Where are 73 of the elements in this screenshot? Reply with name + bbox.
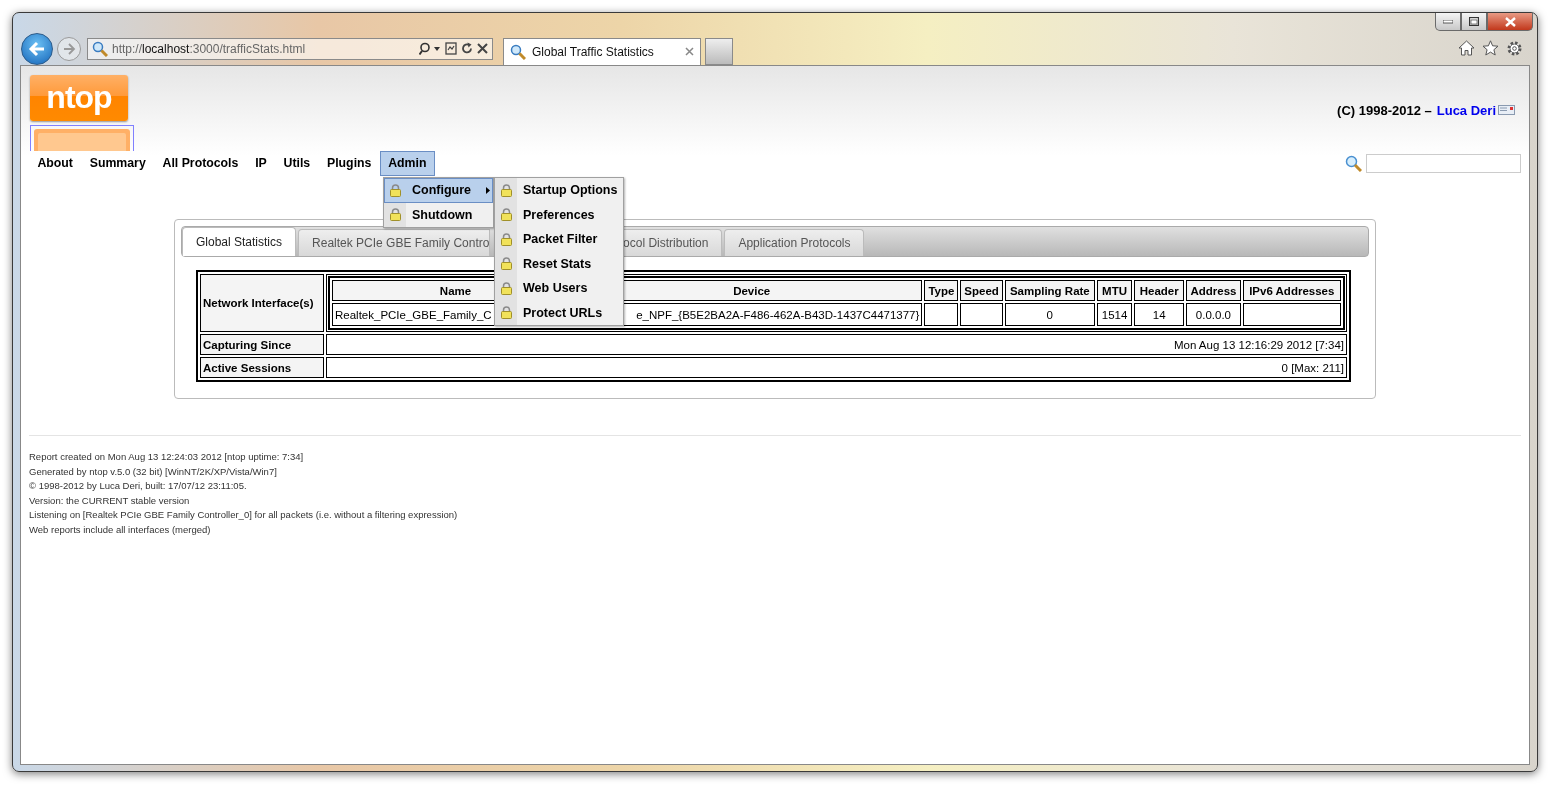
minimize-button[interactable] (1435, 13, 1461, 31)
home-icon[interactable] (1458, 40, 1475, 56)
footer-line: Version: the CURRENT stable version (29, 493, 191, 508)
refresh-icon[interactable] (461, 42, 473, 55)
back-button[interactable] (21, 32, 53, 65)
email-icon[interactable] (1498, 105, 1515, 115)
nav-item[interactable]: Summary (81, 151, 155, 176)
back-arrow-icon (28, 40, 46, 57)
column-header: Address (1186, 280, 1241, 301)
close-icon[interactable] (685, 47, 694, 56)
table-cell: 0 (1004, 303, 1095, 326)
nav-item[interactable]: About (29, 151, 82, 176)
maximize-button[interactable] (1461, 13, 1487, 31)
column-header: MTU (1097, 280, 1133, 301)
menu-item[interactable]: Startup Options (495, 178, 623, 203)
nav-item[interactable]: Utils (275, 151, 319, 176)
maximize-icon (1469, 17, 1479, 26)
close-icon (1504, 16, 1516, 27)
lock-icon (501, 208, 512, 222)
table-cell: 1514 (1097, 303, 1133, 326)
lock-icon (501, 281, 512, 295)
column-header: IPv6 Addresses (1242, 280, 1341, 301)
lock-icon (501, 306, 512, 320)
table-cell: 0.0.0.0 (1186, 303, 1241, 326)
nav-item[interactable]: IP (246, 151, 276, 176)
row-label: Capturing Since (200, 334, 324, 355)
table-cell: Mon Aug 13 12:16:29 2012 [7:34] (326, 334, 1347, 355)
column-header: Header (1134, 280, 1185, 301)
footer-line: © 1998-2012 by Luca Deri, built: 17/07/12 23:11:05. (29, 479, 248, 493)
column-header: Speed (960, 280, 1003, 301)
footer-line: Generated by ntop v.5.0 (32 bit) [WinNT/2K/XP/Vista/Win7] (29, 464, 278, 479)
lock-icon (501, 232, 512, 246)
tab[interactable]: Application Protocols (724, 229, 865, 256)
row-label: Network Interface(s) (200, 274, 324, 332)
search-field[interactable] (1366, 154, 1521, 173)
new-tab-button[interactable] (705, 37, 733, 65)
tab[interactable]: Realtek PCIe GBE Family Contro (298, 229, 491, 256)
lock-icon (390, 208, 401, 222)
copyright-text: (C) 1998-2012 – (1337, 102, 1432, 118)
tab-title: Global Traffic Statistics (532, 44, 655, 59)
column-header: Sampling Rate (1004, 280, 1095, 301)
search-icon[interactable] (419, 41, 441, 56)
nav-item[interactable]: All Protocols (154, 151, 247, 176)
footer-line: Listening on [Realtek PCIe GBE Family Controller_0] for all packets (i.e. without a filtering expression) (29, 508, 459, 522)
menu-item[interactable]: Shutdown (384, 202, 493, 227)
lock-icon (501, 183, 512, 197)
menu-item[interactable]: Preferences (495, 202, 623, 227)
author-link[interactable]: Luca Deri (1436, 102, 1496, 118)
address-bar[interactable]: http://localhost:3000/trafficStats.html (87, 37, 493, 60)
settings-icon[interactable] (1506, 40, 1523, 57)
lock-icon (501, 257, 512, 271)
star-icon[interactable] (1482, 40, 1499, 56)
minimize-icon (1443, 19, 1453, 24)
search-icon (92, 40, 108, 57)
footer-line: Web reports include all interfaces (merged) (29, 522, 212, 537)
lock-icon (390, 183, 401, 197)
nav-item[interactable]: Admin (379, 151, 435, 176)
menu-item[interactable]: Protect URLs (495, 300, 623, 325)
search-icon (510, 43, 526, 60)
table-cell: 0 [Max: 211] (326, 357, 1347, 378)
browser-tab[interactable]: Global Traffic Statistics (503, 37, 701, 65)
footer-line: Report created on Mon Aug 13 12:24:03 2012 [ntop uptime: 7:34] (29, 450, 305, 464)
menu-item[interactable]: Configure (384, 178, 493, 203)
column-header: Type (924, 280, 959, 301)
forward-arrow-icon (62, 42, 76, 55)
stop-icon[interactable] (477, 43, 488, 54)
table-cell: 14 (1134, 303, 1185, 326)
search-icon (1345, 155, 1362, 172)
tab[interactable]: Global Statistics (182, 227, 297, 256)
row-label: Active Sessions (200, 357, 324, 378)
close-button[interactable] (1487, 13, 1533, 31)
nav-item[interactable]: Plugins (318, 151, 380, 176)
url-text: http://localhost:3000/trafficStats.html (112, 41, 307, 56)
